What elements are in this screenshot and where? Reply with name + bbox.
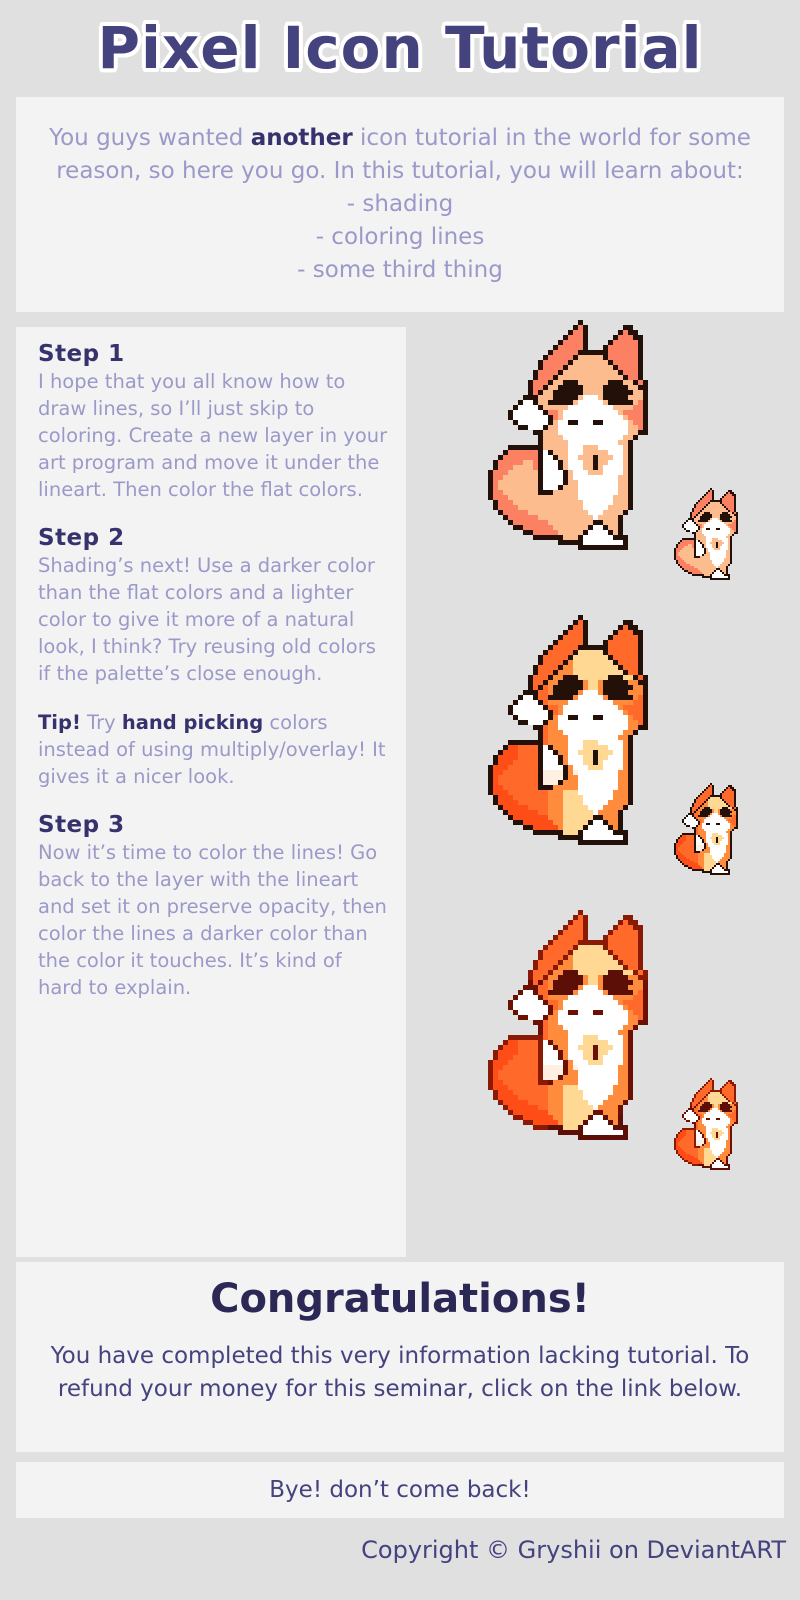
intro-panel: You guys wanted another icon tutorial in… [16, 97, 784, 312]
title-bar: Pixel Icon Tutorial [0, 0, 800, 95]
step-3-body: Now it’s time to color the lines! Go bac… [38, 841, 387, 999]
tip-text: Tip! Try hand picking colors instead of … [38, 709, 388, 790]
step-2-body: Shading’s next! Use a darker color than … [38, 554, 376, 685]
step-2-block: Step 2 Shading’s next! Use a darker colo… [38, 525, 388, 687]
intro-bullet-2: - coloring lines [315, 224, 485, 250]
bye-text: Bye! don’t come back! [269, 1477, 531, 1503]
congratulations-title: Congratulations! [210, 1276, 590, 1322]
tutorial-page: Pixel Icon Tutorial You guys wanted anot… [0, 0, 800, 1600]
page-title: Pixel Icon Tutorial [97, 13, 703, 82]
tip-bold: hand picking [121, 711, 264, 734]
intro-line-a: You guys wanted [49, 125, 251, 151]
steps-column: Step 1 I hope that you all know how to d… [16, 327, 406, 1257]
congratulations-body: You have completed this very information… [50, 1343, 750, 1402]
tip-text-a: Try [80, 711, 122, 734]
bye-panel: Bye! don’t come back! [16, 1462, 784, 1518]
step-3-heading: Step 3 [38, 812, 125, 838]
step-1-block: Step 1 I hope that you all know how to d… [38, 341, 388, 503]
step-1-body: I hope that you all know how to draw lin… [38, 370, 388, 501]
copyright-text: Copyright © Gryshii on DeviantART [361, 1536, 786, 1564]
intro-text: You guys wanted another icon tutorial in… [40, 122, 760, 287]
intro-bullet-1: - shading [346, 191, 454, 217]
step-1-heading: Step 1 [38, 341, 125, 367]
intro-bold-another: another [250, 125, 353, 151]
tip-block: Tip! Try hand picking colors instead of … [38, 709, 388, 790]
step-3-block: Step 3 Now it’s time to color the lines!… [38, 812, 388, 1001]
pixel-fox-artwork [406, 315, 784, 1260]
step-2-heading: Step 2 [38, 525, 125, 551]
intro-bullet-3: - some third thing [297, 257, 503, 283]
copyright-bar: Copyright © Gryshii on DeviantART [0, 1522, 800, 1600]
artwork-column [406, 315, 784, 1260]
congratulations-panel: Congratulations! You have completed this… [16, 1262, 784, 1452]
tip-label: Tip! [38, 711, 81, 734]
